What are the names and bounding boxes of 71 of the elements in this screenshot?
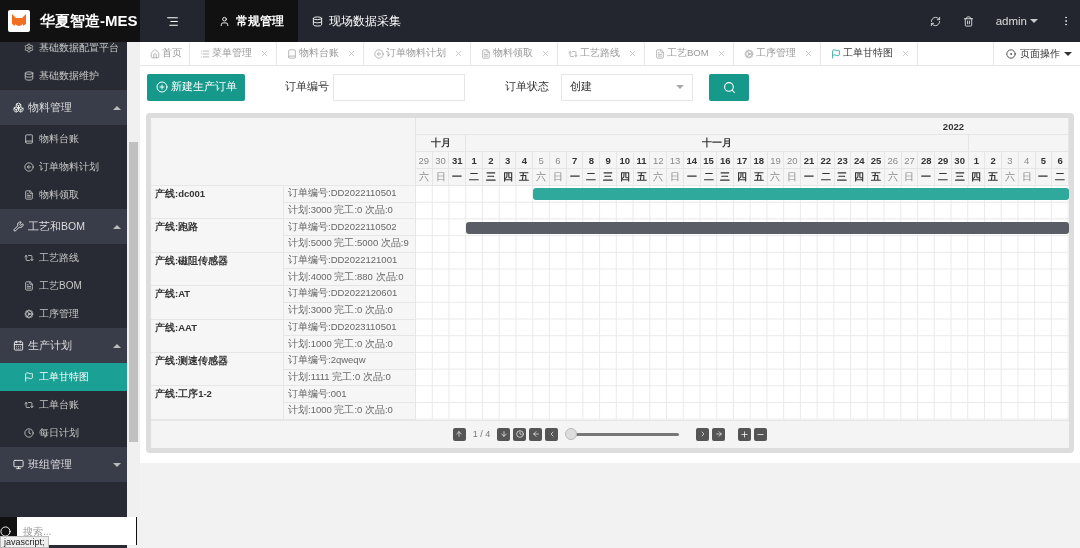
weekday-header: 一 [918, 169, 936, 186]
weekday-header: 六 [533, 169, 550, 186]
line-cell: 产线:工序1-2 [151, 386, 284, 420]
weekday-header: 二 [935, 169, 952, 186]
weekday-header: 四 [734, 169, 751, 186]
tab-label: 菜单管理 [212, 47, 252, 60]
line-cell: 产线:磁阻传感器 [151, 252, 284, 287]
tab-label: 工序管理 [755, 47, 796, 60]
weekday-header: 二 [466, 169, 483, 186]
order-stats-cell: 计划:4000 完工:880 次品:0 [284, 269, 416, 287]
day-header: 16 [717, 152, 735, 169]
day-header: 29 [935, 152, 952, 169]
tab-label: 物料领取 [493, 47, 533, 60]
day-header: 28 [918, 152, 936, 169]
day-header: 1 [466, 152, 483, 169]
tab-label: 首页 [162, 47, 182, 60]
weekday-header: 六 [1002, 169, 1019, 186]
month-header: 十一月 [466, 135, 969, 152]
month-header: 十月 [416, 135, 467, 152]
weekday-header: 日 [784, 169, 802, 186]
line-cell: 产线:测速传感器 [151, 352, 284, 387]
field-label: 订单状态 [505, 80, 549, 94]
weekday-header: 三 [600, 169, 617, 186]
status-tooltip: javascript; [0, 536, 49, 548]
weekday-header: 二 [583, 169, 601, 186]
weekday-header: 三 [717, 169, 735, 186]
day-header: 12 [650, 152, 668, 169]
app-title: 华夏智造-MES [40, 11, 138, 31]
day-header: 21 [801, 152, 818, 169]
day-header: 29 [416, 152, 433, 169]
day-header: 17 [734, 152, 751, 169]
line-cell: 产线:dc001 [151, 186, 284, 220]
weekday-header: 五 [868, 169, 885, 186]
weekday-header: 六 [416, 169, 433, 186]
day-header: 9 [600, 152, 617, 169]
year-header: 2022 [416, 118, 1069, 135]
weekday-header: 日 [667, 169, 684, 186]
order-number-cell: 订单编号:DD2022120601 [284, 286, 416, 303]
weekday-header: 一 [801, 169, 818, 186]
tab-label: 工艺BOM [667, 47, 709, 60]
weekday-header: 四 [851, 169, 869, 186]
day-header: 25 [868, 152, 885, 169]
tab-label: 订单物料计划 [386, 47, 446, 60]
day-header: 4 [516, 152, 534, 169]
day-header: 3 [1002, 152, 1019, 169]
day-header: 24 [851, 152, 869, 169]
day-header: 31 [449, 152, 467, 169]
page-indicator: 1 / 4 [472, 429, 491, 440]
day-header: 13 [667, 152, 684, 169]
day-header: 20 [784, 152, 802, 169]
line-cell: 产线:AAT [151, 319, 284, 353]
line-cell: 产线:跑路 [151, 219, 284, 253]
order-stats-cell: 计划:1000 完工:0 次品:0 [284, 336, 416, 353]
weekday-header: 一 [449, 169, 467, 186]
order-number-cell: 订单编号:DD2022110502 [284, 219, 416, 237]
tab-label: 工单甘特图 [842, 47, 893, 60]
weekday-header: 二 [1052, 169, 1069, 186]
order-stats-cell: 计划:5000 完工:5000 次品:9 [284, 236, 416, 253]
weekday-header: 六 [650, 169, 668, 186]
field-label: 订单编号 [285, 80, 329, 94]
day-header: 6 [1052, 152, 1069, 169]
weekday-header: 五 [516, 169, 534, 186]
tab-label: 工艺路线 [580, 47, 620, 60]
day-header: 5 [533, 152, 550, 169]
weekday-header: 五 [985, 169, 1002, 186]
day-header: 8 [583, 152, 601, 169]
day-header: 2 [985, 152, 1002, 169]
line-cell: 产线:AT [151, 286, 284, 320]
order-number-cell: 订单编号:001 [284, 386, 416, 403]
tab-label: 物料台账 [299, 47, 339, 60]
order-number-cell: 订单编号:DD2022110501 [284, 186, 416, 203]
